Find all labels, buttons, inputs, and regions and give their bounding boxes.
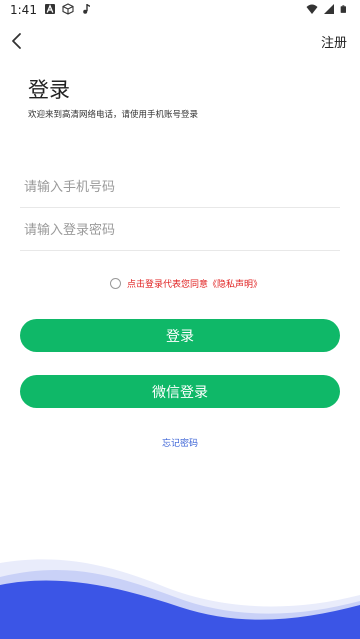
battery-icon (340, 5, 346, 13)
music-note-icon (83, 4, 90, 14)
login-button[interactable]: 登录 (20, 319, 340, 352)
signal-icon (324, 4, 334, 14)
privacy-consent: 点击登录代表您同意《隐私声明》 (110, 277, 262, 290)
decorative-waves (0, 559, 360, 639)
status-bar: 1:41 (0, 0, 360, 20)
page-title: 登录 (28, 78, 70, 102)
status-time: 1:41 (10, 3, 37, 17)
cube-icon (62, 3, 74, 15)
status-notification-icons (44, 3, 92, 15)
phone-input[interactable] (20, 168, 340, 208)
top-bar: 注册 (0, 28, 360, 54)
wechat-login-button[interactable]: 微信登录 (20, 375, 340, 408)
back-arrow-icon[interactable] (8, 30, 28, 52)
a-icon (45, 4, 55, 14)
status-system-icons (306, 3, 348, 15)
forgot-password-link[interactable]: 忘记密码 (0, 436, 360, 449)
password-input[interactable] (20, 211, 340, 251)
page-subtitle: 欢迎来到高清网络电话，请使用手机账号登录 (28, 110, 199, 120)
privacy-statement-link[interactable]: 点击登录代表您同意《隐私声明》 (127, 277, 262, 290)
register-link[interactable]: 注册 (321, 32, 347, 51)
wifi-icon (306, 4, 318, 14)
consent-radio[interactable] (110, 278, 121, 289)
